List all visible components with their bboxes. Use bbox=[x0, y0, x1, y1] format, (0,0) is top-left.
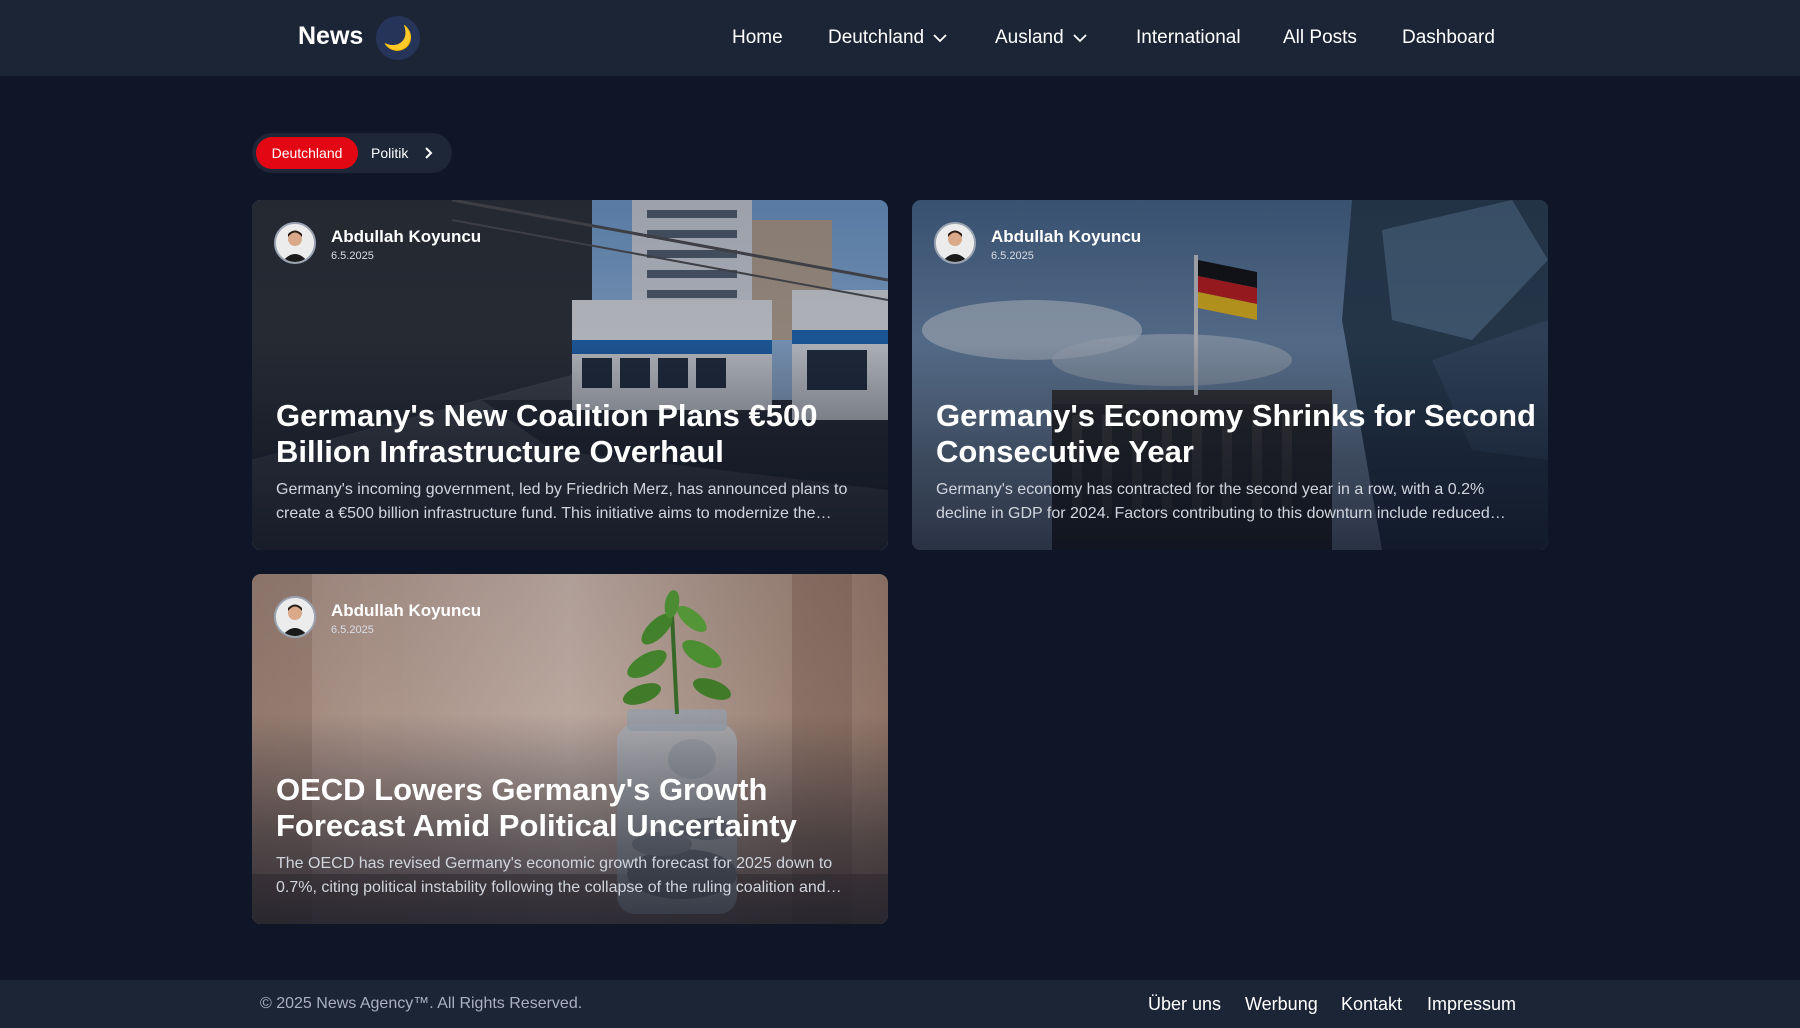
nav-deutchland-label: Deutchland bbox=[828, 27, 925, 48]
nav-international[interactable]: International bbox=[1136, 27, 1241, 49]
nav-ausland-label: Ausland bbox=[995, 27, 1064, 48]
nav-dashboard-label: Dashboard bbox=[1402, 27, 1495, 48]
post-date: 6.5.2025 bbox=[331, 250, 374, 262]
nav-deutchland[interactable]: Deutchland bbox=[828, 27, 948, 49]
footer-link-ueber-uns[interactable]: Über uns bbox=[1148, 994, 1221, 1015]
author-name[interactable]: Abdullah Koyuncu bbox=[331, 227, 481, 247]
article-card[interactable]: Abdullah Koyuncu 6.5.2025 Germany's New … bbox=[252, 200, 888, 550]
chevron-down-icon bbox=[933, 34, 947, 43]
footer-link-impressum[interactable]: Impressum bbox=[1427, 994, 1516, 1015]
footer-link-kontakt[interactable]: Kontakt bbox=[1341, 994, 1402, 1015]
nav-home[interactable]: Home bbox=[732, 27, 783, 49]
article-card[interactable]: Abdullah Koyuncu 6.5.2025 OECD Lowers Ge… bbox=[252, 574, 888, 924]
copyright-text: © 2025 News Agency™. All Rights Reserved… bbox=[260, 995, 583, 1012]
moon-icon: 🌙 bbox=[383, 24, 413, 52]
post-date: 6.5.2025 bbox=[991, 250, 1034, 262]
article-title[interactable]: OECD Lowers Germany's Growth Forecast Am… bbox=[276, 772, 876, 844]
article-title[interactable]: Germany's New Coalition Plans €500 Billi… bbox=[276, 398, 876, 470]
chevron-right-icon bbox=[425, 147, 433, 159]
breadcrumb-deutchland[interactable]: Deutchland bbox=[256, 137, 358, 169]
theme-toggle-button[interactable]: 🌙 bbox=[376, 16, 420, 60]
article-title[interactable]: Germany's Economy Shrinks for Second Con… bbox=[936, 398, 1536, 470]
author-avatar[interactable] bbox=[934, 222, 976, 264]
author-name[interactable]: Abdullah Koyuncu bbox=[991, 227, 1141, 247]
footer: © 2025 News Agency™. All Rights Reserved… bbox=[0, 980, 1800, 1028]
article-excerpt: Germany's incoming government, led by Fr… bbox=[276, 481, 848, 522]
author-avatar[interactable] bbox=[274, 222, 316, 264]
chevron-down-icon bbox=[1073, 34, 1087, 43]
footer-link-werbung[interactable]: Werbung bbox=[1245, 994, 1318, 1015]
author-name[interactable]: Abdullah Koyuncu bbox=[331, 601, 481, 621]
author-avatar[interactable] bbox=[274, 596, 316, 638]
breadcrumb-politik[interactable]: Politik bbox=[371, 143, 408, 163]
post-date: 6.5.2025 bbox=[331, 624, 374, 636]
article-excerpt: The OECD has revised Germany's economic … bbox=[276, 855, 833, 896]
nav-ausland[interactable]: Ausland bbox=[995, 27, 1088, 49]
nav-international-label: International bbox=[1136, 27, 1241, 48]
nav-all-posts-label: All Posts bbox=[1283, 27, 1357, 48]
nav-all-posts[interactable]: All Posts bbox=[1283, 27, 1357, 49]
nav-home-label: Home bbox=[732, 27, 783, 48]
top-navbar: News 🌙 Home Deutchland Ausland Internati… bbox=[0, 0, 1800, 76]
article-card[interactable]: Abdullah Koyuncu 6.5.2025 Germany's Econ… bbox=[912, 200, 1548, 550]
nav-dashboard[interactable]: Dashboard bbox=[1402, 27, 1495, 49]
brand-logo[interactable]: News bbox=[298, 22, 363, 51]
article-excerpt: Germany's economy has contracted for the… bbox=[936, 481, 1490, 522]
